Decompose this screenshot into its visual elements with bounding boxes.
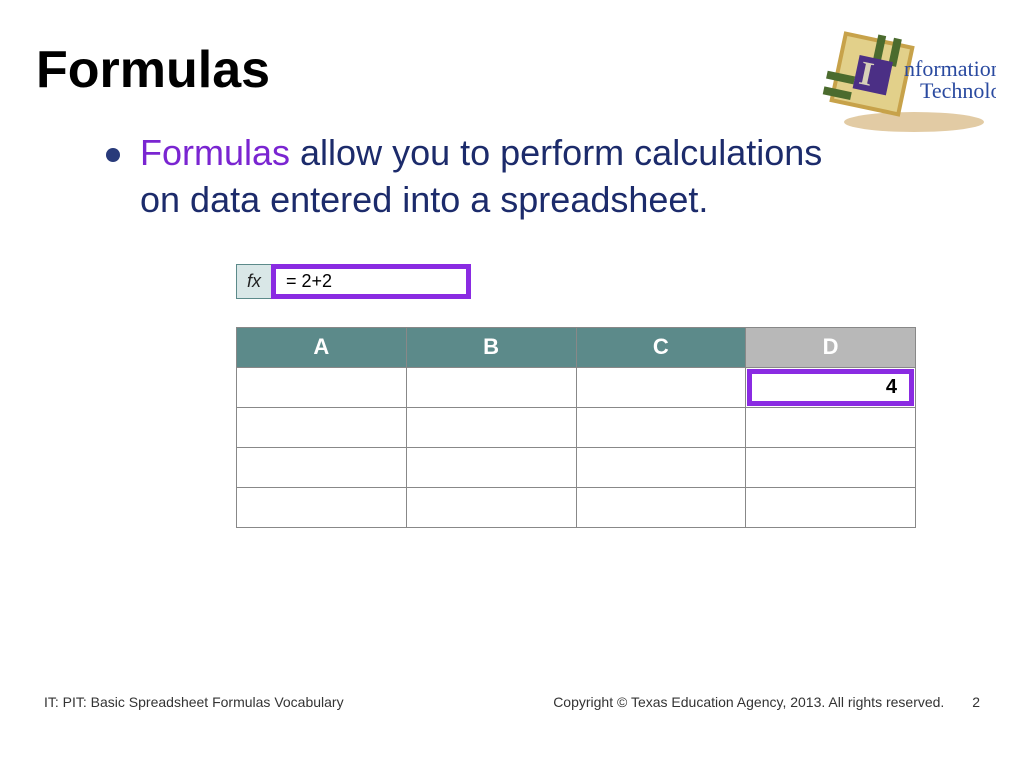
slide-footer: IT: PIT: Basic Spreadsheet Formulas Voca…: [0, 694, 1024, 710]
table-row: [237, 487, 916, 527]
cell[interactable]: [746, 487, 916, 527]
footer-left: IT: PIT: Basic Spreadsheet Formulas Voca…: [44, 694, 344, 710]
bullet-emphasis: Formulas: [140, 132, 290, 173]
formula-bar: fx = 2+2: [236, 264, 988, 299]
bullet-item: Formulas allow you to perform calculatio…: [106, 130, 868, 224]
cell[interactable]: [576, 447, 746, 487]
cell[interactable]: [746, 447, 916, 487]
cell[interactable]: [237, 487, 407, 527]
cell[interactable]: [576, 487, 746, 527]
logo-information-technology: I nformation Technology: [796, 30, 996, 140]
svg-text:Technology: Technology: [920, 78, 996, 103]
result-value: 4: [886, 376, 897, 399]
cell[interactable]: [746, 407, 916, 447]
formula-input[interactable]: = 2+2: [271, 264, 471, 299]
cell[interactable]: [406, 407, 576, 447]
cell[interactable]: [406, 487, 576, 527]
cell[interactable]: [237, 447, 407, 487]
table-row: [237, 407, 916, 447]
column-header-d[interactable]: D: [746, 327, 916, 367]
bullet-dot-icon: [106, 148, 120, 162]
cell-result[interactable]: 4: [746, 367, 916, 407]
table-row: [237, 447, 916, 487]
cell[interactable]: [576, 367, 746, 407]
page-number: 2: [972, 694, 980, 710]
bullet-text: Formulas allow you to perform calculatio…: [140, 130, 868, 224]
cell[interactable]: [237, 367, 407, 407]
column-header-row: A B C D: [237, 327, 916, 367]
footer-copyright: Copyright © Texas Education Agency, 2013…: [553, 694, 944, 710]
cell[interactable]: [576, 407, 746, 447]
spreadsheet-grid: A B C D 4: [236, 327, 916, 528]
column-header-c[interactable]: C: [576, 327, 746, 367]
cell[interactable]: [237, 407, 407, 447]
column-header-a[interactable]: A: [237, 327, 407, 367]
footer-right-group: Copyright © Texas Education Agency, 2013…: [553, 694, 980, 710]
result-highlight: 4: [747, 369, 914, 406]
column-header-b[interactable]: B: [406, 327, 576, 367]
cell[interactable]: [406, 447, 576, 487]
table-row: 4: [237, 367, 916, 407]
fx-label: fx: [236, 264, 272, 299]
cell[interactable]: [406, 367, 576, 407]
slide: Formulas I nformation Technology Formula…: [0, 0, 1024, 768]
